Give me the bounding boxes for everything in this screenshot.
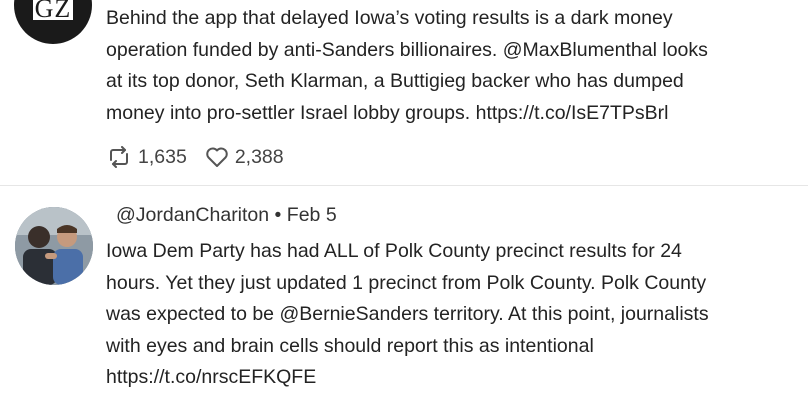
tweet-handle[interactable]: @JordanChariton bbox=[116, 204, 269, 226]
like-button[interactable]: 2,388 bbox=[205, 146, 284, 169]
avatar-photo bbox=[15, 207, 93, 285]
tweet-item[interactable]: GZ Behind the app that delayed Iowa’s vo… bbox=[0, 0, 808, 186]
meta-separator: • bbox=[274, 204, 282, 226]
tweet-date[interactable]: Feb 5 bbox=[287, 204, 337, 226]
tweet-feed: GZ Behind the app that delayed Iowa’s vo… bbox=[0, 0, 808, 400]
retweet-count: 1,635 bbox=[138, 145, 187, 168]
avatar-logo-text: GZ bbox=[31, 0, 75, 22]
tweet-actions: 1,635 2,388 bbox=[106, 143, 302, 171]
avatar[interactable]: GZ bbox=[14, 0, 92, 44]
tweet-text: Iowa Dem Party has had ALL of Polk Count… bbox=[106, 240, 709, 388]
tweet-text: Behind the app that delayed Iowa’s votin… bbox=[106, 7, 708, 124]
tweet-meta: @JordanChariton • Feb 5 bbox=[116, 204, 337, 227]
like-count: 2,388 bbox=[234, 145, 284, 168]
tweet-item[interactable]: @JordanChariton • Feb 5 Iowa Dem Party h… bbox=[0, 186, 808, 400]
avatar[interactable] bbox=[15, 207, 93, 285]
retweet-button[interactable]: 1,635 bbox=[106, 146, 187, 169]
heart-icon bbox=[206, 147, 228, 167]
retweet-icon bbox=[110, 146, 128, 168]
